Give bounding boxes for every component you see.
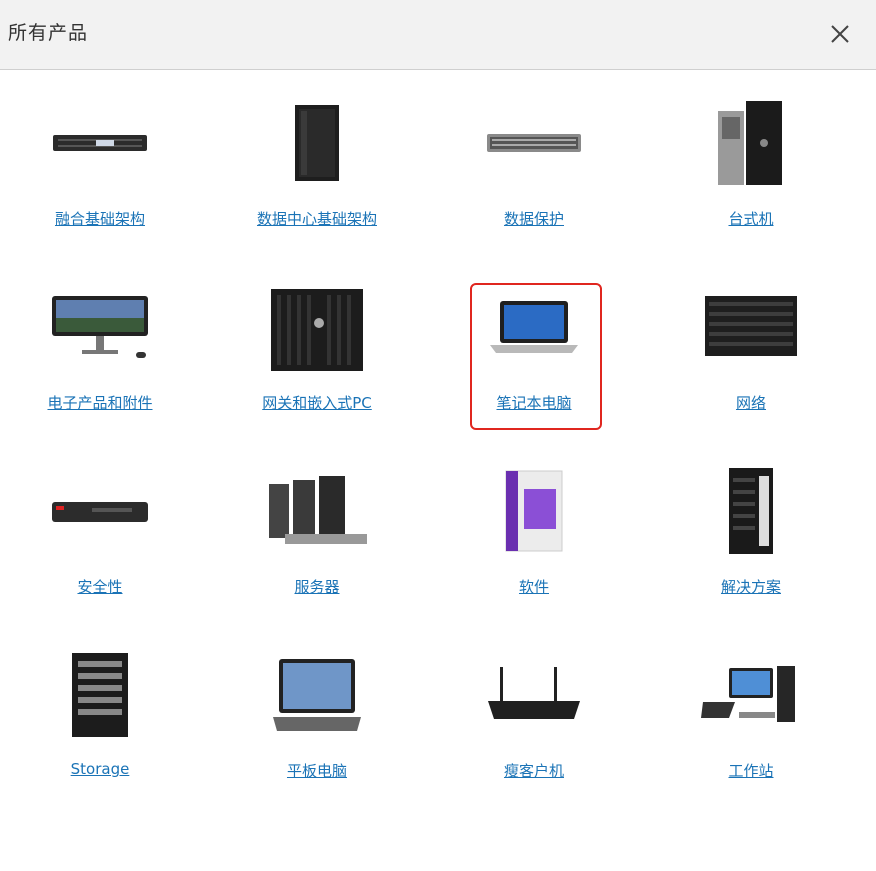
gateway-box-icon [217,264,417,389]
firewall-appliance-icon [0,448,200,573]
desktop-tower-icon [651,80,851,205]
product-item-datacenter[interactable]: 数据中心基础架构 [217,80,417,250]
product-label[interactable]: 数据中心基础架构 [217,208,417,229]
product-item-desktop[interactable]: 台式机 [651,80,851,250]
product-label[interactable]: 电子产品和附件 [0,392,200,413]
product-item-servers[interactable]: 服务器 [217,448,417,618]
storage-array-icon [0,632,200,757]
tablet-icon [217,632,417,757]
thin-client-icon [434,632,634,757]
software-box-icon [434,448,634,573]
product-item-converged[interactable]: 融合基础架构 [0,80,200,250]
dialog-header: 所有产品 [0,0,876,70]
product-label[interactable]: 融合基础架构 [0,208,200,229]
product-item-security[interactable]: 安全性 [0,448,200,618]
product-item-network[interactable]: 网络 [651,264,851,434]
product-item-gateway[interactable]: 网关和嵌入式PC [217,264,417,434]
product-label[interactable]: 工作站 [651,760,851,781]
product-item-electronics[interactable]: 电子产品和附件 [0,264,200,434]
workstation-icon [651,632,851,757]
product-label[interactable]: 解决方案 [651,576,851,597]
product-label[interactable]: 安全性 [0,576,200,597]
rack-server-icon [434,80,634,205]
product-label[interactable]: 网络 [651,392,851,413]
product-item-solutions[interactable]: 解决方案 [651,448,851,618]
product-label[interactable]: 台式机 [651,208,851,229]
product-label[interactable]: 网关和嵌入式PC [217,392,417,413]
monitor-icon [0,264,200,389]
product-label[interactable]: 数据保护 [434,208,634,229]
product-item-tablet[interactable]: 平板电脑 [217,632,417,802]
product-label[interactable]: Storage [0,760,200,778]
product-label[interactable]: 平板电脑 [217,760,417,781]
dialog-title: 所有产品 [8,22,89,44]
product-item-storage[interactable]: Storage [0,632,200,802]
servers-icon [217,448,417,573]
product-item-data-protection[interactable]: 数据保护 [434,80,634,250]
network-switch-icon [651,264,851,389]
product-item-software[interactable]: 软件 [434,448,634,618]
product-label[interactable]: 服务器 [217,576,417,597]
vxrail-appliance-icon [0,80,200,205]
product-item-workstation[interactable]: 工作站 [651,632,851,802]
product-label[interactable]: 软件 [434,576,634,597]
server-rack-icon [217,80,417,205]
product-item-thin-client[interactable]: 瘦客户机 [434,632,634,802]
selection-highlight [470,283,602,430]
close-icon[interactable] [826,20,854,48]
product-label[interactable]: 瘦客户机 [434,760,634,781]
vxblock-rack-icon [651,448,851,573]
